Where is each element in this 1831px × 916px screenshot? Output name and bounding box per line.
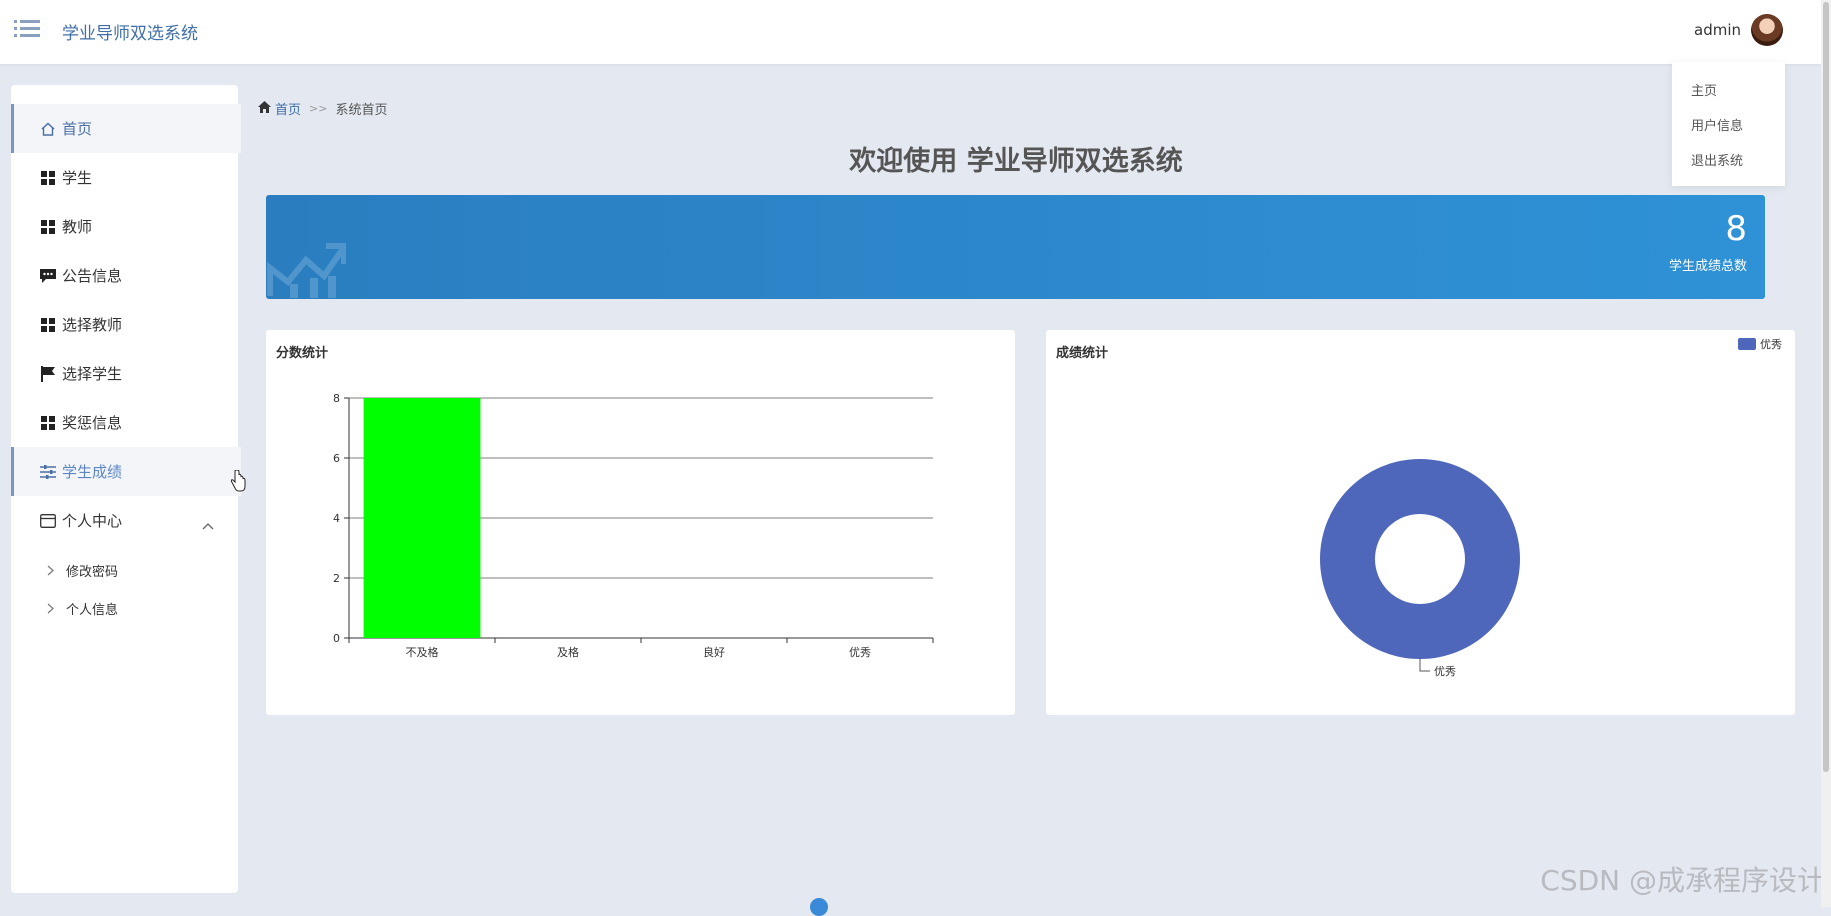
y-tick-label: 8 [333,392,340,405]
submenu-label: 个人信息 [66,602,119,618]
stat-value: 8 [1725,209,1747,249]
y-tick-label: 0 [333,632,340,645]
avatar[interactable] [1751,14,1783,46]
breadcrumb-home-link[interactable]: 首页 [275,99,301,118]
pie-label-line [1419,659,1430,672]
pie-slice-label: 优秀 [1434,665,1456,678]
page-title: 欢迎使用 学业导师双选系统 [849,146,1183,177]
app-title: 学业导师双选系统 [62,24,198,44]
dropdown-item-home[interactable]: 主页 [1691,80,1717,99]
grid-icon [40,219,56,235]
bar [363,398,481,638]
sidebar-item-choose-student[interactable]: 选择学生 [11,349,238,398]
sidebar-item-label: 学生成绩 [62,463,123,481]
sidebar-item-label: 教师 [62,218,93,236]
x-tick-label: 优秀 [849,646,871,659]
submenu-item-change-password[interactable]: 修改密码 [11,553,238,587]
chart-trend-icon [266,232,347,299]
sidebar-item-personal-center[interactable]: 个人中心 [11,496,238,545]
username[interactable]: admin [1694,21,1741,39]
bar-chart: 0 2 4 6 8 不及格 及格 良好 优秀 [333,392,934,659]
sidebar-item-label: 奖惩信息 [62,414,123,432]
flag-icon [40,365,56,382]
pie-chart-card: 成绩统计 优秀 优秀 [1046,330,1795,715]
sidebar-item-label: 公告信息 [62,267,123,285]
grid-icon [40,317,56,333]
sidebar-item-label: 学生 [62,169,93,187]
grid-icon [40,170,56,186]
legend-swatch [1738,338,1756,350]
scrollbar[interactable] [1821,0,1831,907]
x-tick-label: 良好 [703,645,725,659]
sidebar-item-teachers[interactable]: 教师 [11,202,238,251]
hand-cursor-icon [230,469,246,496]
top-header: 学业导师双选系统 admin [0,0,1831,64]
sidebar-item-label: 选择学生 [62,365,123,383]
sidebar-item-label: 首页 [62,120,93,138]
sidebar-item-label: 个人中心 [62,512,123,530]
dropdown-item-user-info[interactable]: 用户信息 [1691,115,1743,134]
home-icon [40,121,56,137]
sidebar: 首页 学生 教师 公告信息 选择教师 选择学生 奖惩信息 学生成绩 个人中心 修… [11,85,241,893]
y-tick-label: 6 [333,452,340,465]
y-tick-label: 2 [333,572,340,585]
submenu-label: 修改密码 [66,564,119,580]
back-to-top-button[interactable] [810,898,828,916]
sliders-icon [40,464,56,480]
stat-label: 学生成绩总数 [1668,259,1747,274]
sidebar-item-announcements[interactable]: 公告信息 [11,251,238,300]
wallet-icon [40,513,56,529]
sidebar-item-label: 选择教师 [62,316,123,334]
chevron-right-icon [44,602,56,614]
x-tick-label: 不及格 [406,645,439,659]
breadcrumb-current: 系统首页 [335,103,388,118]
stat-banner: 8 学生成绩总数 [266,195,1765,299]
pie-slice [1320,458,1520,660]
sidebar-item-students[interactable]: 学生 [11,153,238,202]
breadcrumb: 首页 >> 系统首页 [258,99,387,118]
sidebar-item-rewards[interactable]: 奖惩信息 [11,398,238,447]
sidebar-item-home[interactable]: 首页 [11,104,241,153]
chevron-up-icon[interactable] [202,515,214,534]
scrollbar-thumb[interactable] [1823,2,1829,772]
sidebar-item-choose-teacher[interactable]: 选择教师 [11,300,238,349]
grid-icon [40,415,56,431]
submenu-item-personal-info[interactable]: 个人信息 [11,591,238,625]
menu-toggle-icon[interactable] [14,18,42,40]
chevron-right-icon [44,564,56,576]
legend-label: 优秀 [1760,338,1782,351]
pie-chart: 优秀优秀 [1320,338,1782,678]
message-icon [40,268,56,284]
y-tick-label: 4 [333,512,340,525]
x-tick-label: 及格 [557,645,579,659]
sidebar-item-grades[interactable]: 学生成绩 [11,447,241,496]
watermark: CSDN @成承程序设计 [1540,864,1825,897]
bar-chart-card: 分数统计 0 2 4 6 8 不及格 及格 良好 优秀 [266,330,1015,715]
home-icon [258,100,271,117]
breadcrumb-separator: >> [309,102,328,115]
